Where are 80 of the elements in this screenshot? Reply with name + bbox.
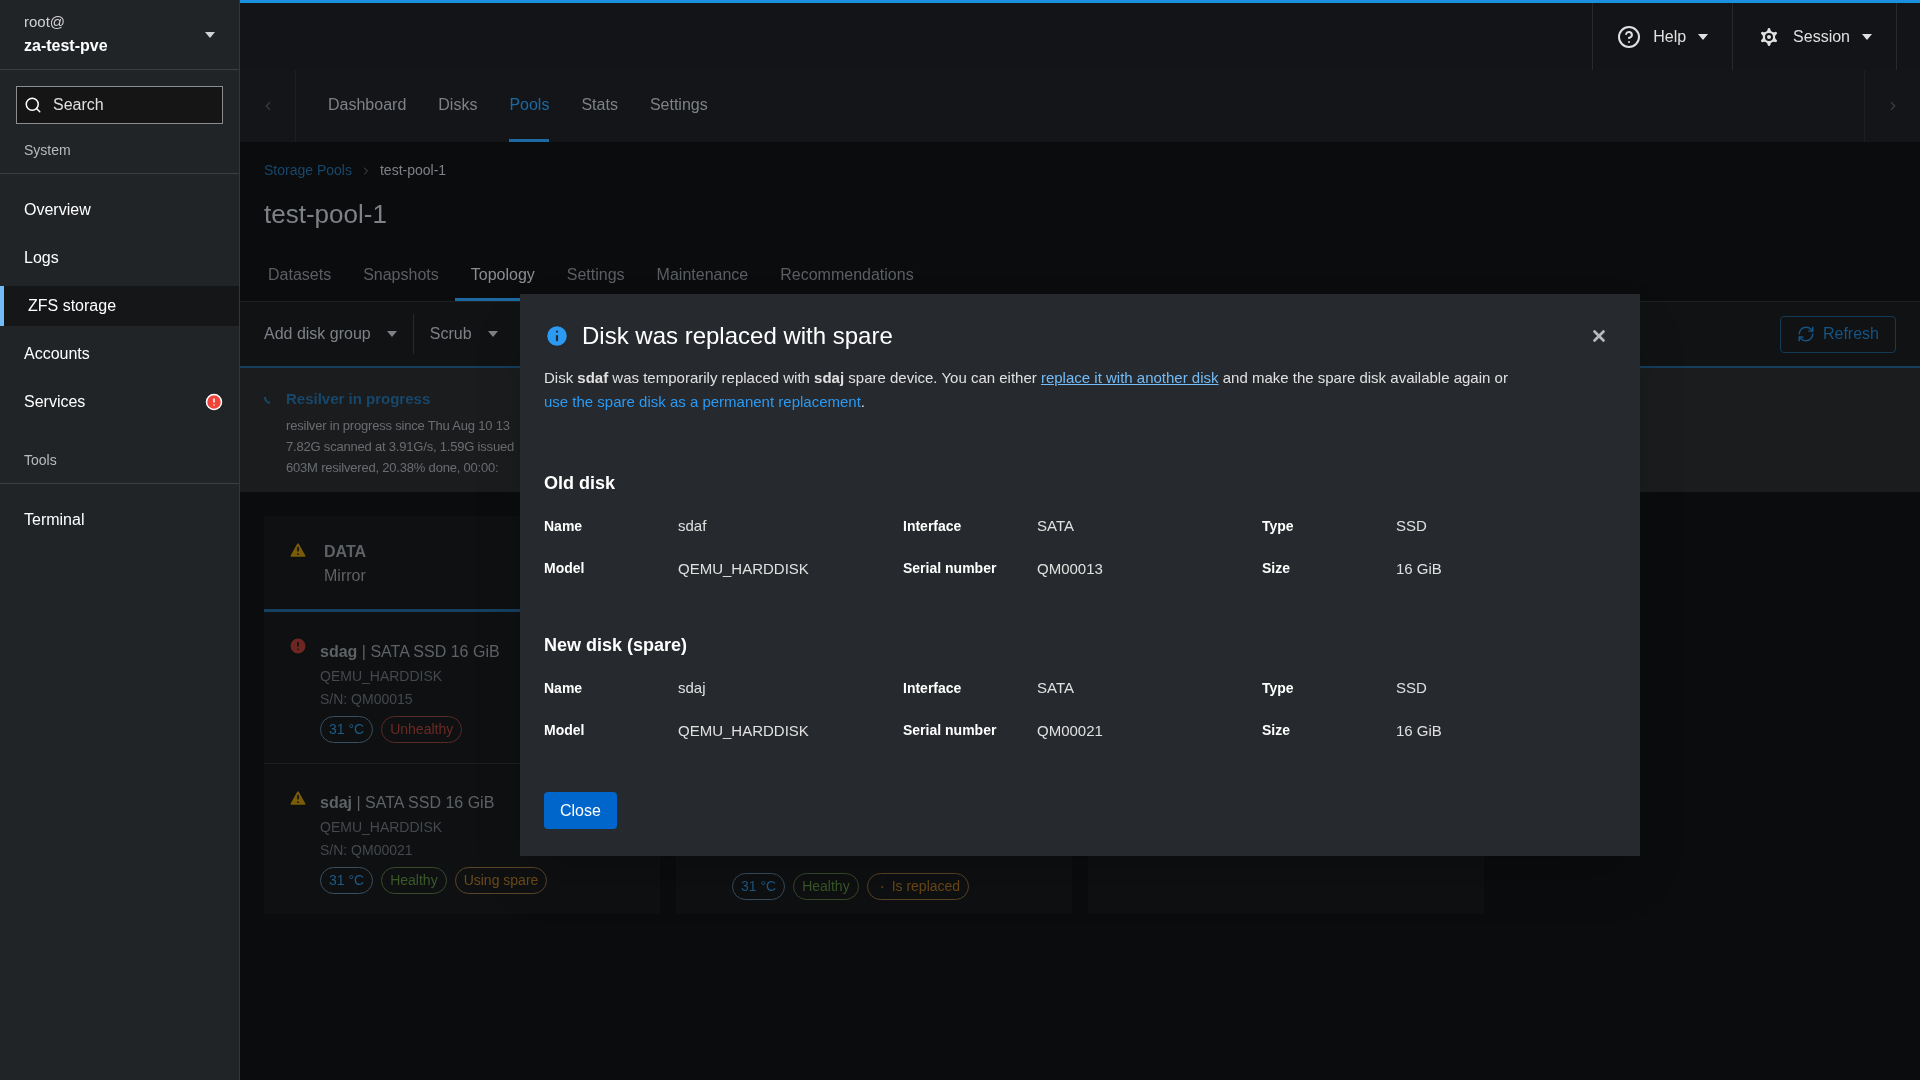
page-title: test-pool-1 — [263, 198, 388, 231]
caret-icon — [1862, 33, 1872, 40]
field-label: Name — [544, 678, 583, 698]
section-title: New disk (spare) — [544, 634, 688, 657]
pool-tab[interactable]: Maintenance — [640, 252, 765, 301]
section-heading: System — [0, 140, 239, 174]
user-label: root@ — [24, 12, 67, 33]
search-icon — [24, 96, 42, 114]
toolbar-dropdown[interactable]: Scrub — [412, 314, 514, 354]
disk-serial: S/N: QM00015 — [320, 690, 414, 709]
field-value: SATA — [1037, 678, 1074, 698]
disk-title: sdag | SATA SSD 16 GiB — [320, 642, 500, 662]
search-field[interactable]: Search — [16, 86, 223, 124]
pool-tab[interactable]: Recommendations — [764, 252, 930, 301]
nav-tab[interactable]: Stats — [581, 70, 618, 142]
caret-icon — [386, 331, 397, 337]
section-title: Old disk — [544, 472, 615, 495]
pool-tab[interactable]: Settings — [550, 252, 641, 301]
field-label: Interface — [903, 516, 962, 536]
field-label: Type — [1262, 516, 1294, 536]
pool-tab[interactable]: Snapshots — [347, 252, 455, 301]
field-value: 16 GiB — [1396, 720, 1442, 741]
field-value: sdaj — [678, 678, 706, 698]
field-value: SATA — [1037, 516, 1074, 536]
alert-line: 603M resilvered, 20.38% done, 00:00: — [286, 458, 499, 477]
group-name: DATA — [324, 542, 367, 562]
close-button[interactable]: Close — [544, 792, 617, 829]
disk-serial: S/N: QM00021 — [320, 841, 414, 860]
nav-tab[interactable]: Dashboard — [328, 70, 407, 142]
dialog-message: Disk sdaf was temporarily replaced with sdaj spare device. You can either replace it with another disk and make the spare disk available again or use the spare disk as a permanent replacement. — [544, 368, 1509, 412]
field-label: Size — [1262, 559, 1290, 579]
breadcrumb-current: test-pool-1 — [379, 161, 447, 180]
sidebar-item[interactable]: Services — [0, 382, 239, 422]
disk-model: QEMU_HARDDISK — [320, 667, 444, 686]
dialog-title: Disk was replaced with spare — [582, 321, 893, 351]
nav-tab[interactable]: Pools — [509, 70, 550, 142]
toolbar-dropdown[interactable]: Add disk group — [264, 314, 413, 354]
message-link[interactable]: replace it with another disk — [1040, 369, 1219, 386]
alert-title: Resilver in progress — [286, 389, 431, 409]
field-value: QM00021 — [1037, 720, 1103, 741]
info-icon — [544, 323, 570, 349]
spinner-icon — [264, 396, 272, 404]
sidebar-item[interactable]: Accounts — [0, 334, 239, 374]
field-value: QM00013 — [1037, 558, 1103, 579]
field-value: sdaf — [678, 516, 707, 536]
field-value: SSD — [1396, 678, 1427, 698]
nav-tab[interactable]: Disks — [438, 70, 478, 142]
field-label: Serial number — [903, 559, 997, 579]
help-icon — [1617, 24, 1642, 49]
field-value: 16 GiB — [1396, 558, 1442, 579]
field-label: Size — [1262, 721, 1290, 741]
field-label: Serial number — [903, 721, 997, 741]
field-label: Interface — [903, 678, 962, 698]
field-label: Type — [1262, 678, 1294, 698]
field-label: Name — [544, 516, 583, 536]
message-link[interactable]: use the spare disk as a permanent replacement — [544, 393, 861, 410]
sidebar-item[interactable]: Terminal — [0, 500, 239, 540]
field-value: QEMU_HARDDISK — [678, 720, 809, 741]
nav-tab[interactable]: Settings — [649, 70, 708, 142]
caret-icon — [487, 331, 498, 337]
section-heading: Tools — [0, 450, 239, 484]
field-value: SSD — [1396, 516, 1427, 536]
alert-line: 7.82G scanned at 3.91G/s, 1.59G issued — [286, 437, 514, 456]
sidebar-item[interactable]: Logs — [0, 238, 239, 278]
sidebar-item[interactable]: ZFS storage — [0, 286, 239, 326]
host-switcher[interactable]: root@ za-test-pve — [0, 0, 239, 70]
refresh-icon — [1796, 325, 1815, 343]
field-label: Model — [544, 721, 585, 741]
disk-model: QEMU_HARDDISK — [320, 818, 444, 837]
caret-icon — [205, 31, 215, 38]
disk-title: sdaj | SATA SSD 16 GiB — [320, 793, 496, 813]
pool-tab[interactable]: Datasets — [252, 252, 348, 301]
host-label: za-test-pve — [24, 35, 108, 56]
field-value: QEMU_HARDDISK — [678, 558, 809, 579]
close-icon[interactable] — [1590, 327, 1608, 345]
group-type: Mirror — [324, 566, 367, 586]
alert-line: resilver in progress since Thu Aug 10 13 — [286, 416, 510, 435]
caret-icon — [1698, 33, 1709, 40]
field-label: Model — [544, 559, 585, 579]
sidebar-item[interactable]: Overview — [0, 190, 239, 230]
